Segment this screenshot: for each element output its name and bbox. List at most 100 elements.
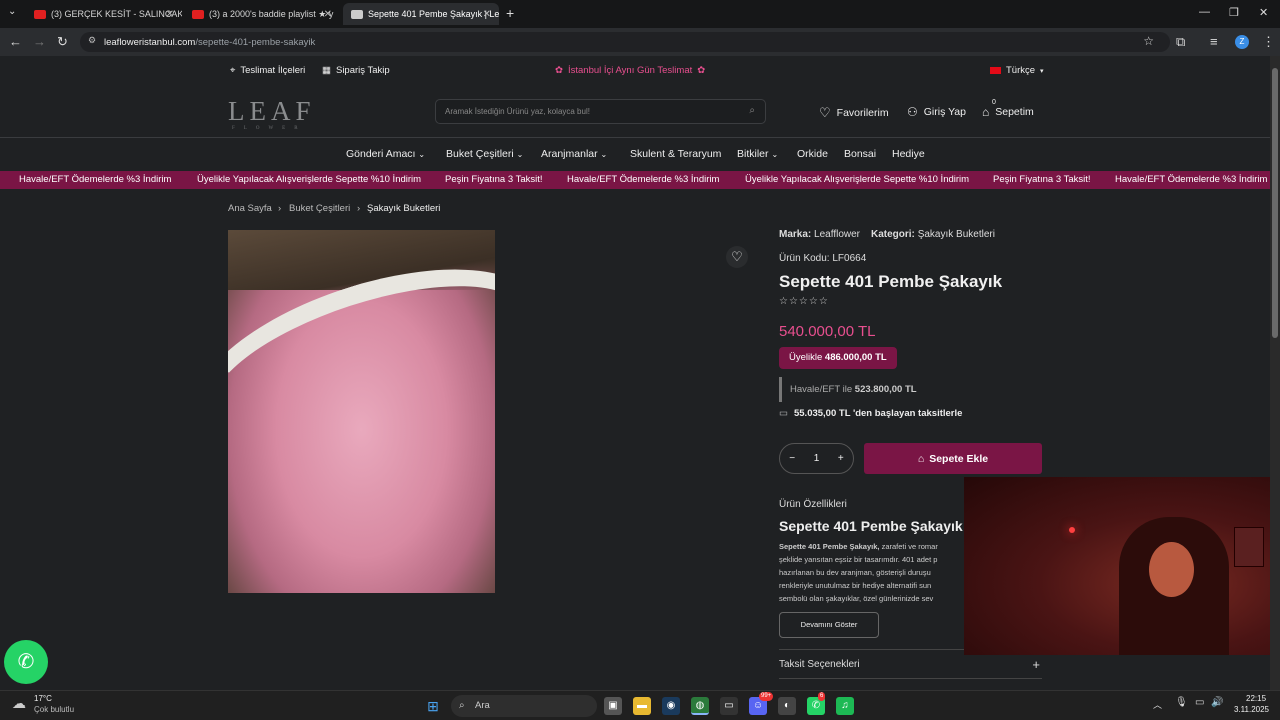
whatsapp-chat-icon[interactable]: ✆ bbox=[4, 640, 48, 684]
webcam-overlay bbox=[964, 477, 1280, 655]
breadcrumb-current: Şakayık Buketleri bbox=[367, 203, 441, 214]
back-icon[interactable]: ← bbox=[9, 34, 22, 49]
menu-item-buket-cesitleri[interactable]: Buket Çeşitleri ⌄ bbox=[446, 148, 523, 160]
terminal-icon[interactable]: ▭ bbox=[720, 697, 738, 715]
scrollbar-thumb[interactable] bbox=[1272, 68, 1278, 338]
menu-dots-icon[interactable]: ⋮ bbox=[1262, 34, 1275, 50]
increase-quantity-button[interactable]: + bbox=[838, 453, 844, 464]
search-input[interactable]: Aramak İstediğin Ürünü yaz, kolayca bul!… bbox=[435, 99, 766, 124]
reload-icon[interactable]: ↻ bbox=[57, 34, 68, 50]
task-view-icon[interactable]: ▣ bbox=[604, 697, 622, 715]
app-icon[interactable]: ♫ bbox=[836, 697, 854, 715]
menu-item-hediye[interactable]: Hediye bbox=[892, 148, 925, 160]
cart-label: Sepetim bbox=[995, 106, 1034, 118]
add-favorite-heart-icon[interactable]: ♡ bbox=[726, 246, 748, 268]
forward-icon[interactable]: → bbox=[33, 34, 46, 49]
delivery-areas-link[interactable]: ⌖ Teslimat İlçeleri bbox=[230, 65, 305, 76]
bookmark-star-icon[interactable]: ☆ bbox=[1143, 34, 1154, 48]
restore-icon[interactable]: ❐ bbox=[1229, 6, 1239, 19]
menu-item-bonsai[interactable]: Bonsai bbox=[844, 148, 876, 160]
category-row: Kategori: Şakayık Buketleri bbox=[871, 229, 995, 240]
product-image[interactable] bbox=[228, 230, 495, 593]
language-selector[interactable]: Türkçe ▾ bbox=[990, 65, 1044, 76]
extensions-icon[interactable]: ⧉ bbox=[1176, 34, 1185, 50]
file-explorer-icon[interactable]: ▬ bbox=[633, 697, 651, 715]
menu-label: Aranjmanlar bbox=[541, 148, 598, 160]
obs-icon[interactable]: ◐ bbox=[778, 697, 796, 715]
menu-item-bitkiler[interactable]: Bitkiler ⌄ bbox=[737, 148, 778, 160]
cart-link[interactable]: ⌂ 0 Sepetim bbox=[982, 99, 1034, 119]
login-link[interactable]: ⚇ Giriş Yap bbox=[907, 105, 966, 119]
clock-date[interactable]: 3.11.2025 bbox=[1234, 705, 1269, 714]
close-tab-icon[interactable]: ✕ bbox=[166, 9, 174, 20]
installment-info: ▭ 55.035,00 TL 'den başlayan taksitlerle bbox=[779, 408, 962, 419]
menu-item-gonderi-amaci[interactable]: Gönderi Amacı ⌄ bbox=[346, 148, 425, 160]
reading-list-icon[interactable]: ≡ bbox=[1210, 34, 1218, 49]
close-tab-icon[interactable]: ✕ bbox=[483, 9, 491, 20]
tab-youtube-2[interactable]: (3) a 2000's baddie playlist ★ y ✕ bbox=[184, 3, 340, 25]
ticker-item: Havale/EFT Ödemelerde %3 İndirim bbox=[1115, 174, 1268, 185]
rating-stars[interactable]: ☆☆☆☆☆ bbox=[779, 296, 829, 307]
show-more-button[interactable]: Devamını Göster bbox=[779, 612, 879, 638]
eft-price-label: Havale/EFT ile bbox=[790, 384, 853, 395]
new-tab-icon[interactable]: + bbox=[506, 5, 514, 21]
chevron-down-icon: ⌄ bbox=[600, 150, 608, 159]
brand-value[interactable]: Leafflower bbox=[814, 229, 860, 240]
same-day-promo: ✿ İstanbul İçi Aynı Gün Teslimat ✿ bbox=[555, 65, 705, 76]
taskbar-search[interactable]: ⌕ Ara bbox=[451, 695, 597, 717]
weather-cloud-icon[interactable]: ☁ bbox=[12, 695, 26, 712]
clock-time[interactable]: 22:15 bbox=[1246, 694, 1266, 703]
menu-item-orkide[interactable]: Orkide bbox=[797, 148, 828, 160]
breadcrumb-separator-icon: › bbox=[357, 203, 361, 214]
taskbar-search-label: Ara bbox=[475, 700, 490, 711]
site-info-icon[interactable]: ⚙ bbox=[88, 35, 96, 46]
chrome-icon[interactable]: ◍ bbox=[691, 697, 709, 715]
page-scrollbar[interactable] bbox=[1270, 56, 1280, 690]
windows-start-icon[interactable]: ⊞ bbox=[424, 697, 442, 715]
person-face bbox=[1149, 542, 1194, 597]
steam-icon[interactable]: ◉ bbox=[662, 697, 680, 715]
close-window-icon[interactable]: ✕ bbox=[1259, 6, 1268, 19]
tab-product-page[interactable]: Sepette 401 Pembe Şakayık | Le ✕ bbox=[343, 3, 499, 25]
whatsapp-taskbar-icon[interactable]: ✆ 6 bbox=[807, 692, 826, 715]
profile-avatar[interactable]: Z bbox=[1235, 35, 1249, 49]
promo-ticker: Havale/EFT Ödemelerde %3 İndirim Üyelikl… bbox=[0, 171, 1270, 189]
menu-item-aranjmanlar[interactable]: Aranjmanlar ⌄ bbox=[541, 148, 607, 160]
volume-icon[interactable]: 🔊 bbox=[1211, 697, 1223, 708]
decrease-quantity-button[interactable]: − bbox=[789, 453, 795, 464]
menu-item-skulent[interactable]: Skulent & Teraryum bbox=[630, 148, 721, 160]
product-title: Sepette 401 Pembe Şakayık bbox=[779, 272, 1003, 291]
add-to-cart-button[interactable]: ⌂ Sepete Ekle bbox=[864, 443, 1042, 474]
weather-temp[interactable]: 17°C bbox=[34, 694, 52, 703]
microphone-icon[interactable]: 🎙 bbox=[1175, 697, 1188, 708]
discord-icon[interactable]: ☺ 99+ bbox=[749, 692, 774, 715]
tab-list-chevron-icon[interactable]: ⌄ bbox=[8, 6, 16, 17]
close-tab-icon[interactable]: ✕ bbox=[324, 9, 332, 20]
category-value[interactable]: Şakayık Buketleri bbox=[918, 229, 995, 240]
tab-youtube-1[interactable]: (3) GERÇEK KESİT - SALINCAK - ✕ bbox=[26, 3, 182, 25]
language-label: Türkçe bbox=[1006, 65, 1036, 76]
breadcrumb-home[interactable]: Ana Sayfa bbox=[228, 203, 272, 214]
logo-text: LEAF bbox=[228, 96, 316, 126]
header-divider bbox=[0, 137, 1270, 138]
quantity-value[interactable]: 1 bbox=[814, 453, 820, 464]
minimize-icon[interactable]: — bbox=[1199, 6, 1210, 18]
weather-desc[interactable]: Çok bulutlu bbox=[34, 705, 74, 714]
member-price-badge: Üyelikle 486.000,00 TL bbox=[779, 347, 897, 369]
flower-icon: ✿ bbox=[697, 65, 706, 76]
tab-title: (3) a 2000's baddie playlist ★ y bbox=[209, 8, 334, 19]
desc-line: şeklide yansıtan eşsiz bir tasarımdır. 4… bbox=[779, 555, 938, 564]
url-path: /sepette-401-pembe-sakayik bbox=[195, 36, 316, 48]
address-bar[interactable]: ⚙ leafloweristanbul.com/sepette-401-pemb… bbox=[80, 32, 1170, 52]
breadcrumb-category[interactable]: Buket Çeşitleri bbox=[289, 203, 350, 214]
tray-chevron-icon[interactable]: ︿ bbox=[1153, 698, 1162, 711]
site-logo[interactable]: LEAF FLOWER bbox=[228, 96, 316, 131]
desc-line: zarafeti ve romar bbox=[879, 542, 938, 551]
favorites-link[interactable]: ♡ Favorilerim bbox=[819, 105, 889, 121]
eft-price: Havale/EFT ile 523.800,00 TL bbox=[779, 377, 917, 402]
display-icon[interactable]: ▭ bbox=[1195, 697, 1204, 708]
search-icon: ⌕ bbox=[459, 700, 465, 711]
order-tracking-link[interactable]: ▦ Sipariş Takip bbox=[322, 65, 390, 76]
search-icon[interactable]: ⌕ bbox=[749, 105, 755, 116]
installment-text: 55.035,00 TL 'den başlayan taksitlerle bbox=[793, 408, 963, 419]
